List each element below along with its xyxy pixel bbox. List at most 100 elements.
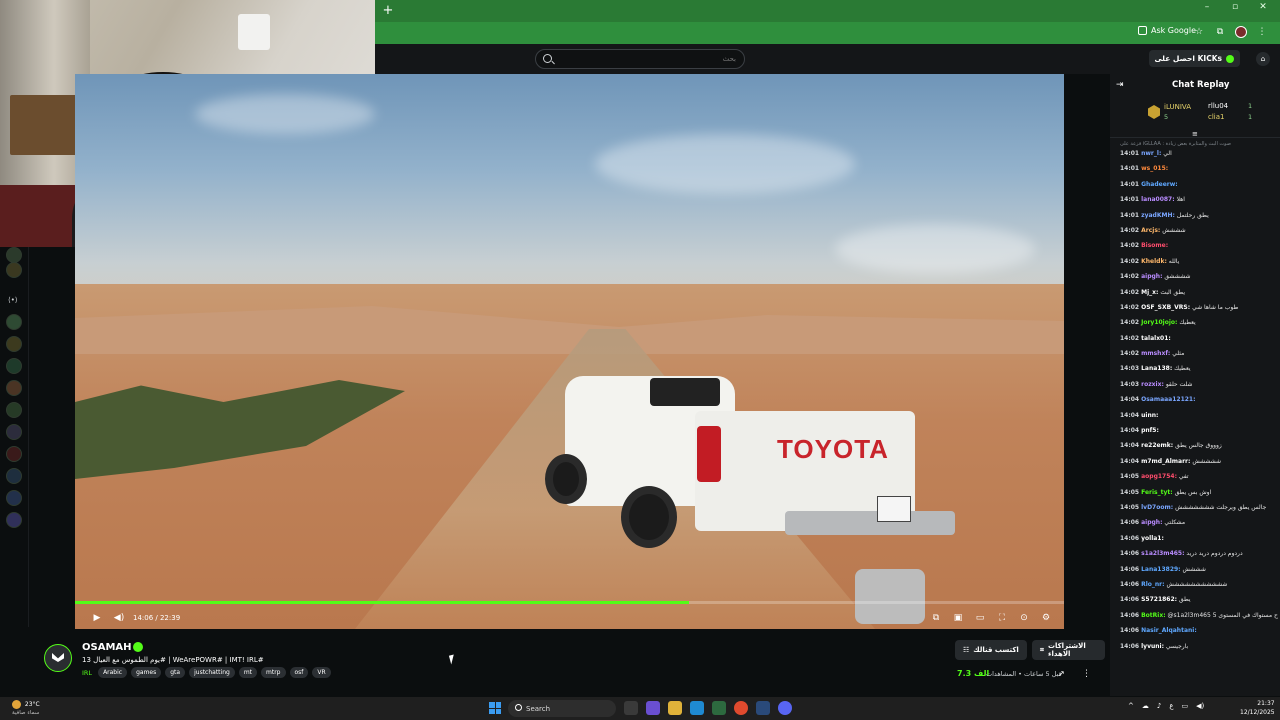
tray-app-icon[interactable]: ☁ [1142,702,1149,710]
profile-avatar[interactable] [1235,26,1247,38]
chat-username[interactable]: m7md_Almarr: [1141,458,1190,465]
stream-tag[interactable]: mtrp [261,667,286,678]
start-button[interactable] [489,702,501,714]
steam-icon[interactable] [756,701,770,715]
chat-username[interactable]: Bisome: [1141,242,1168,249]
chat-scroll-icon[interactable]: ≡ [1192,130,1198,138]
chat-username[interactable]: s1a2l3m465: [1141,550,1184,557]
chat-username[interactable]: BotRix: [1141,612,1166,619]
stream-tag[interactable]: VR [312,667,331,678]
ask-google-button[interactable]: Ask Google [1137,26,1196,35]
chat-username[interactable]: Nasir_Alqahtani: [1141,627,1197,634]
chat-username[interactable]: aipgh: [1141,519,1162,526]
settings-gear-icon[interactable]: ⚙ [1038,610,1054,626]
store-icon[interactable] [712,701,726,715]
sidebar-channel-avatar[interactable] [6,247,22,263]
seek-bar[interactable] [75,601,1064,604]
sidebar-channel-avatar[interactable] [6,358,22,374]
chat-username[interactable]: mmshxf: [1141,350,1170,357]
search-bar[interactable] [535,49,745,69]
file-explorer-icon[interactable] [668,701,682,715]
chat-username[interactable]: S5721862: [1141,596,1177,603]
stream-tag[interactable]: Arabic [98,667,128,678]
close-window-button[interactable]: ✕ [1256,2,1270,12]
minimize-button[interactable]: – [1200,2,1214,12]
chat-username[interactable]: Arcjs: [1141,227,1160,234]
weather-widget[interactable]: 23°C سماء صافية [12,700,40,716]
menu-kebab-icon[interactable]: ⋮ [1256,26,1268,38]
chat-username[interactable]: aopg1754: [1141,473,1177,480]
stream-tag[interactable]: games [131,667,162,678]
chat-username[interactable]: Jory10jojo: [1141,319,1177,326]
pip-icon[interactable]: ▣ [950,610,966,626]
chat-username[interactable]: nwr_l: [1141,150,1161,157]
channel-name[interactable]: OSAMAH [82,642,132,653]
gift-subs-button[interactable]: ⌗ الاشتراكات الاهداء [1032,640,1105,660]
video-player[interactable]: TOYOTA [75,74,1064,629]
sidebar-channel-avatar[interactable] [6,314,22,330]
volume-icon[interactable]: ◀) [111,610,127,626]
chat-username[interactable]: lvD7oom: [1141,504,1173,511]
chat-username[interactable]: uinn: [1141,412,1158,419]
stream-tag[interactable]: osf [289,667,309,678]
subscribe-button[interactable]: ☷ اكتسب قنالك [955,640,1027,660]
tray-chevron-icon[interactable]: ^ [1128,702,1134,710]
chat-username[interactable]: zyadKMH: [1141,212,1175,219]
collapse-chat-icon[interactable]: ⇥ [1116,80,1124,90]
get-kicks-button[interactable]: احصل على KICKs [1148,50,1240,67]
sidebar-expand-icon[interactable]: ⟨•⟩ [8,296,18,304]
chat-username[interactable]: Mj_x: [1141,289,1158,296]
chat-username[interactable]: aipgh: [1141,273,1162,280]
sidebar-channel-avatar[interactable] [6,262,22,278]
sidebar-channel-avatar[interactable] [6,380,22,396]
chat-username[interactable]: lana0087: [1141,196,1175,203]
chat-username[interactable]: OSF_SXB_VRS: [1141,304,1190,311]
sidebar-channel-avatar[interactable] [6,490,22,506]
category-link[interactable]: IRL [82,669,92,677]
chat-username[interactable]: Rlo_nr: [1141,581,1164,588]
chat-username[interactable]: Feris_tyt: [1141,489,1173,496]
new-tab-button[interactable]: + [379,2,397,20]
clock[interactable]: 21:37 12/12/2025 [1240,699,1275,717]
chat-username[interactable]: Ghadeerw: [1141,181,1178,188]
chat-username[interactable]: talalx01: [1141,335,1171,342]
tray-lang[interactable]: ع [1169,702,1173,710]
chat-username[interactable]: Kheldk: [1141,258,1167,265]
sidebar-channel-avatar[interactable] [6,468,22,484]
mic-icon[interactable]: ♪ [1157,702,1161,710]
copilot-icon[interactable] [646,701,660,715]
stream-tag[interactable]: mt [238,667,258,678]
sidebar-channel-avatar[interactable] [6,446,22,462]
user-menu-icon[interactable]: ⌂ [1256,52,1270,66]
stream-tag[interactable]: gta [165,667,186,678]
channel-avatar[interactable] [44,644,72,672]
theater-mode-icon[interactable]: ▭ [972,610,988,626]
chat-username[interactable]: re22emk: [1141,442,1173,449]
chat-username[interactable]: rozxix: [1141,381,1164,388]
sidebar-channel-avatar[interactable] [6,424,22,440]
play-icon[interactable]: ▶ [89,610,105,626]
search-input[interactable] [566,55,736,63]
speed-icon[interactable]: ⊙ [1016,610,1032,626]
chat-username[interactable]: Lana13829: [1141,566,1180,573]
fullscreen-icon[interactable]: ⛶ [994,610,1010,626]
share-icon[interactable]: ↗ [1058,669,1065,678]
maximize-button[interactable]: ▫ [1228,2,1242,12]
chat-username[interactable]: pnf5: [1141,427,1159,434]
stream-tag[interactable]: justchatting [189,667,235,678]
chat-username[interactable]: ws_015: [1141,165,1168,172]
network-icon[interactable]: ▭ [1182,702,1189,710]
taskbar-search[interactable]: Search [508,700,616,717]
chat-username[interactable]: lyvuni: [1141,643,1164,650]
extensions-icon[interactable]: ⧉ [1214,26,1226,38]
sidebar-channel-avatar[interactable] [6,402,22,418]
chat-username[interactable]: yolla1: [1141,535,1164,542]
sidebar-channel-avatar[interactable] [6,336,22,352]
bookmark-star-icon[interactable]: ☆ [1193,26,1205,38]
speaker-icon[interactable]: ◀) [1196,702,1204,710]
discord-icon[interactable] [778,701,792,715]
clip-icon[interactable]: ⧉ [928,610,944,626]
task-view-icon[interactable] [624,701,638,715]
edge-icon[interactable] [690,701,704,715]
more-options-icon[interactable]: ⋮ [1082,669,1091,679]
